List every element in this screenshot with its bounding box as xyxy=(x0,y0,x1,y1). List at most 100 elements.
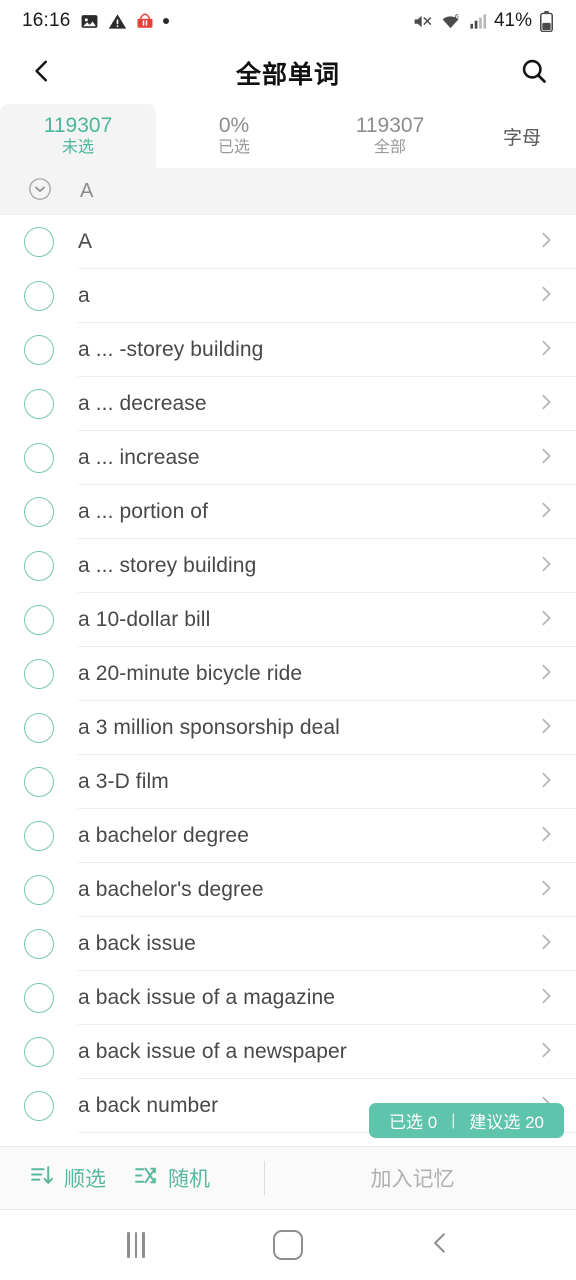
word-label: a ... increase xyxy=(78,446,200,469)
word-detail-button[interactable] xyxy=(516,391,576,418)
stats-tab-bar: 119307 未选 0% 已选 119307 全部 字母 xyxy=(0,104,576,168)
checkbox-circle-icon[interactable] xyxy=(24,389,54,419)
sort-mode-button[interactable]: 字母 xyxy=(468,104,576,168)
selection-badge[interactable]: 已选 0 | 建议选 20 xyxy=(369,1103,564,1138)
sort-mode-label: 字母 xyxy=(502,127,541,149)
word-checkbox[interactable] xyxy=(0,1037,78,1067)
word-detail-button[interactable] xyxy=(516,445,576,472)
checkbox-circle-icon[interactable] xyxy=(24,929,54,959)
word-row[interactable]: a ... decrease xyxy=(0,377,576,431)
word-row[interactable]: a ... storey building xyxy=(0,539,576,593)
page-title: 全部单词 xyxy=(235,61,340,89)
word-detail-button[interactable] xyxy=(516,985,576,1012)
checkbox-circle-icon[interactable] xyxy=(24,767,54,797)
word-detail-button[interactable] xyxy=(516,661,576,688)
word-detail-button[interactable] xyxy=(516,499,576,526)
word-row[interactable]: a back issue of a magazine xyxy=(0,971,576,1025)
word-row[interactable]: a xyxy=(0,269,576,323)
word-label: a ... portion of xyxy=(78,500,209,523)
nav-home-button[interactable] xyxy=(258,1215,318,1275)
checkbox-circle-icon[interactable] xyxy=(24,281,54,311)
word-row[interactable]: A xyxy=(0,215,576,269)
tab-selected-value: 0% xyxy=(218,113,250,137)
word-detail-button[interactable] xyxy=(516,1039,576,1066)
checkbox-circle-icon[interactable] xyxy=(24,335,54,365)
word-detail-button[interactable] xyxy=(516,877,576,904)
word-checkbox[interactable] xyxy=(0,443,78,473)
nav-recents-button[interactable] xyxy=(106,1215,166,1275)
tab-all[interactable]: 119307 全部 xyxy=(312,104,468,168)
selected-count-label: 已选 0 xyxy=(389,1113,438,1132)
word-checkbox[interactable] xyxy=(0,659,78,689)
word-detail-button[interactable] xyxy=(516,931,576,958)
word-row[interactable]: a bachelor's degree xyxy=(0,863,576,917)
checkbox-circle-icon[interactable] xyxy=(24,1037,54,1067)
checkbox-circle-icon[interactable] xyxy=(24,659,54,689)
word-checkbox[interactable] xyxy=(0,875,78,905)
word-label: a ... -storey building xyxy=(78,338,264,361)
word-row[interactable]: a ... increase xyxy=(0,431,576,485)
search-button[interactable] xyxy=(512,51,556,95)
word-row[interactable]: a ... -storey building xyxy=(0,323,576,377)
word-detail-button[interactable] xyxy=(516,769,576,796)
checkbox-circle-icon[interactable] xyxy=(24,605,54,635)
word-detail-button[interactable] xyxy=(516,823,576,850)
tab-unselected-label: 未选 xyxy=(61,138,94,156)
word-detail-button[interactable] xyxy=(516,607,576,634)
word-checkbox[interactable] xyxy=(0,389,78,419)
signal-icon xyxy=(468,12,487,31)
word-checkbox[interactable] xyxy=(0,335,78,365)
random-select-button[interactable]: 随机 xyxy=(120,1163,224,1193)
word-list[interactable]: Aa a ... -storey building a ... decrease a … xyxy=(0,215,576,1146)
add-to-memory-button[interactable]: 加入记忆 xyxy=(265,1163,560,1193)
checkbox-circle-icon[interactable] xyxy=(24,983,54,1013)
checkbox-circle-icon[interactable] xyxy=(24,821,54,851)
chevron-right-icon xyxy=(535,931,557,958)
word-detail-button[interactable] xyxy=(516,553,576,580)
word-row[interactable]: a bachelor degree xyxy=(0,809,576,863)
volume-mute-icon xyxy=(412,11,433,32)
word-row[interactable]: a 10-dollar bill xyxy=(0,593,576,647)
checkbox-circle-icon[interactable] xyxy=(24,875,54,905)
word-row[interactable]: a 3-D film xyxy=(0,755,576,809)
checkbox-circle-icon[interactable] xyxy=(24,1091,54,1121)
word-checkbox[interactable] xyxy=(0,713,78,743)
chevron-down-circle-icon[interactable] xyxy=(28,177,52,206)
word-detail-button[interactable] xyxy=(516,283,576,310)
chevron-right-icon xyxy=(535,391,557,418)
checkbox-circle-icon[interactable] xyxy=(24,551,54,581)
section-header[interactable]: A xyxy=(0,168,576,215)
word-checkbox[interactable] xyxy=(0,497,78,527)
word-row[interactable]: a back issue xyxy=(0,917,576,971)
word-detail-button[interactable] xyxy=(516,715,576,742)
shuffle-icon xyxy=(134,1163,159,1193)
word-label: A xyxy=(78,230,93,253)
nav-back-button[interactable] xyxy=(410,1215,470,1275)
word-checkbox[interactable] xyxy=(0,767,78,797)
word-checkbox[interactable] xyxy=(0,551,78,581)
word-row[interactable]: a back issue of a newspaper xyxy=(0,1025,576,1079)
checkbox-circle-icon[interactable] xyxy=(24,713,54,743)
word-checkbox[interactable] xyxy=(0,1091,78,1121)
checkbox-circle-icon[interactable] xyxy=(24,227,54,257)
word-detail-button[interactable] xyxy=(516,337,576,364)
checkbox-circle-icon[interactable] xyxy=(24,497,54,527)
tab-unselected[interactable]: 119307 未选 xyxy=(0,104,156,168)
checkbox-circle-icon[interactable] xyxy=(24,443,54,473)
word-checkbox[interactable] xyxy=(0,227,78,257)
word-checkbox[interactable] xyxy=(0,821,78,851)
chevron-right-icon xyxy=(535,661,557,688)
word-checkbox[interactable] xyxy=(0,281,78,311)
word-checkbox[interactable] xyxy=(0,929,78,959)
back-button[interactable] xyxy=(20,51,64,95)
word-row[interactable]: a 20-minute bicycle ride xyxy=(0,647,576,701)
word-detail-button[interactable] xyxy=(516,229,576,256)
section-letter: A xyxy=(80,179,94,202)
word-checkbox[interactable] xyxy=(0,983,78,1013)
word-checkbox[interactable] xyxy=(0,605,78,635)
word-row[interactable]: a ... portion of xyxy=(0,485,576,539)
sort-select-button[interactable]: 顺选 xyxy=(16,1163,120,1193)
word-row[interactable]: a 3 million sponsorship deal xyxy=(0,701,576,755)
tab-selected-label: 已选 xyxy=(217,138,250,156)
tab-selected[interactable]: 0% 已选 xyxy=(156,104,312,168)
